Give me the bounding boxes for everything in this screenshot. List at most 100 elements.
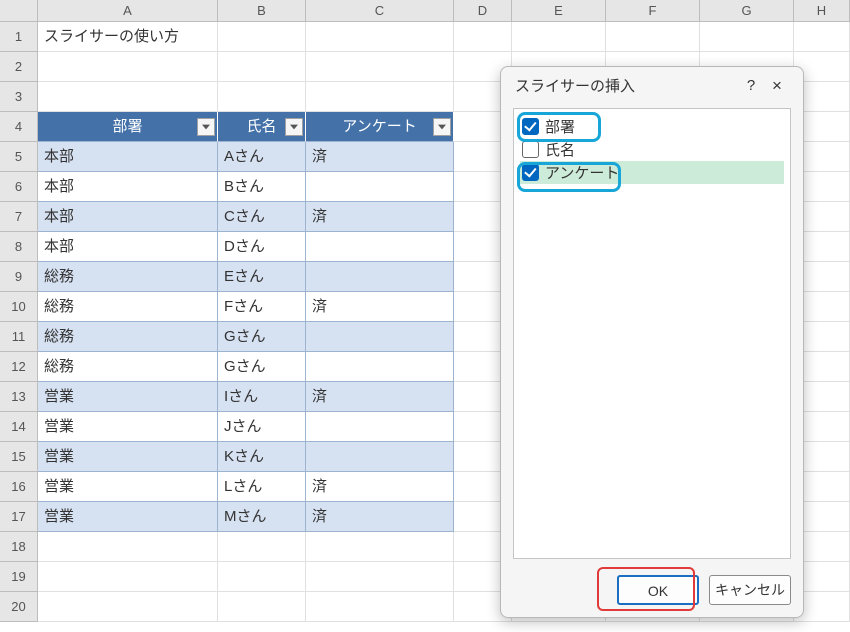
row-header[interactable]: 4 bbox=[0, 112, 38, 142]
cell[interactable]: Kさん bbox=[218, 442, 306, 472]
cell[interactable]: Mさん bbox=[218, 502, 306, 532]
cell[interactable]: Dさん bbox=[218, 232, 306, 262]
slicer-field-option[interactable]: アンケート bbox=[520, 161, 784, 184]
cell[interactable]: 済 bbox=[306, 382, 454, 412]
row-header[interactable]: 17 bbox=[0, 502, 38, 532]
cell[interactable]: Iさん bbox=[218, 382, 306, 412]
cell[interactable]: 済 bbox=[306, 292, 454, 322]
cell[interactable]: 営業 bbox=[38, 442, 218, 472]
cell[interactable] bbox=[218, 82, 306, 112]
row-header[interactable]: 8 bbox=[0, 232, 38, 262]
cell[interactable] bbox=[38, 592, 218, 622]
row-header[interactable]: 3 bbox=[0, 82, 38, 112]
row-header[interactable]: 6 bbox=[0, 172, 38, 202]
cell[interactable]: 部署 bbox=[38, 112, 218, 142]
cell[interactable]: スライサーの使い方 bbox=[38, 22, 218, 52]
dialog-help-button[interactable]: ? bbox=[739, 77, 763, 94]
cell[interactable]: Aさん bbox=[218, 142, 306, 172]
cell[interactable] bbox=[454, 22, 512, 52]
cell[interactable] bbox=[306, 232, 454, 262]
cell[interactable] bbox=[306, 532, 454, 562]
row-header[interactable]: 18 bbox=[0, 532, 38, 562]
cell[interactable] bbox=[306, 262, 454, 292]
cell[interactable]: Cさん bbox=[218, 202, 306, 232]
col-header-C[interactable]: C bbox=[306, 0, 454, 21]
cell[interactable] bbox=[306, 22, 454, 52]
dialog-close-button[interactable]: × bbox=[763, 76, 791, 96]
cell[interactable]: Lさん bbox=[218, 472, 306, 502]
checkbox[interactable] bbox=[522, 141, 539, 158]
cell[interactable] bbox=[700, 22, 794, 52]
cell[interactable] bbox=[38, 52, 218, 82]
cell[interactable]: 営業 bbox=[38, 472, 218, 502]
cell[interactable]: 営業 bbox=[38, 412, 218, 442]
cell[interactable] bbox=[306, 592, 454, 622]
col-header-B[interactable]: B bbox=[218, 0, 306, 21]
cell[interactable]: 本部 bbox=[38, 232, 218, 262]
cell[interactable] bbox=[38, 82, 218, 112]
row-header[interactable]: 12 bbox=[0, 352, 38, 382]
cell[interactable] bbox=[794, 22, 850, 52]
cell[interactable]: 済 bbox=[306, 502, 454, 532]
row-header[interactable]: 11 bbox=[0, 322, 38, 352]
cell[interactable]: 営業 bbox=[38, 502, 218, 532]
slicer-field-option[interactable]: 氏名 bbox=[520, 138, 784, 161]
cell[interactable] bbox=[218, 22, 306, 52]
cell[interactable]: 済 bbox=[306, 472, 454, 502]
row-header[interactable]: 1 bbox=[0, 22, 38, 52]
cell[interactable]: 本部 bbox=[38, 142, 218, 172]
cell[interactable]: 本部 bbox=[38, 172, 218, 202]
cell[interactable]: 総務 bbox=[38, 322, 218, 352]
cell[interactable]: Eさん bbox=[218, 262, 306, 292]
cell[interactable]: 済 bbox=[306, 202, 454, 232]
checkbox[interactable] bbox=[522, 118, 539, 135]
cell[interactable]: 総務 bbox=[38, 352, 218, 382]
filter-dropdown-button[interactable] bbox=[197, 118, 215, 136]
cell[interactable] bbox=[306, 172, 454, 202]
row-header[interactable]: 15 bbox=[0, 442, 38, 472]
filter-dropdown-button[interactable] bbox=[433, 118, 451, 136]
cell[interactable] bbox=[218, 562, 306, 592]
row-header[interactable]: 14 bbox=[0, 412, 38, 442]
cell[interactable] bbox=[606, 22, 700, 52]
filter-dropdown-button[interactable] bbox=[285, 118, 303, 136]
cell[interactable]: Fさん bbox=[218, 292, 306, 322]
cell[interactable] bbox=[512, 22, 606, 52]
cell[interactable]: Bさん bbox=[218, 172, 306, 202]
cell[interactable]: Gさん bbox=[218, 322, 306, 352]
cell[interactable]: 氏名 bbox=[218, 112, 306, 142]
row-header[interactable]: 19 bbox=[0, 562, 38, 592]
cell[interactable] bbox=[306, 352, 454, 382]
col-header-D[interactable]: D bbox=[454, 0, 512, 21]
cell[interactable]: アンケート bbox=[306, 112, 454, 142]
cell[interactable]: 営業 bbox=[38, 382, 218, 412]
row-header[interactable]: 5 bbox=[0, 142, 38, 172]
row-header[interactable]: 20 bbox=[0, 592, 38, 622]
cancel-button[interactable]: キャンセル bbox=[709, 575, 791, 605]
row-header[interactable]: 9 bbox=[0, 262, 38, 292]
cell[interactable] bbox=[306, 82, 454, 112]
row-header[interactable]: 10 bbox=[0, 292, 38, 322]
col-header-H[interactable]: H bbox=[794, 0, 850, 21]
cell[interactable] bbox=[218, 532, 306, 562]
cell[interactable] bbox=[306, 442, 454, 472]
cell[interactable]: Gさん bbox=[218, 352, 306, 382]
cell[interactable] bbox=[306, 52, 454, 82]
slicer-field-option[interactable]: 部署 bbox=[520, 115, 784, 138]
row-header[interactable]: 16 bbox=[0, 472, 38, 502]
cell[interactable]: 済 bbox=[306, 142, 454, 172]
ok-button[interactable]: OK bbox=[617, 575, 699, 605]
cell[interactable] bbox=[306, 562, 454, 592]
checkbox[interactable] bbox=[522, 164, 539, 181]
select-all-corner[interactable] bbox=[0, 0, 38, 21]
row-header[interactable]: 2 bbox=[0, 52, 38, 82]
cell[interactable] bbox=[218, 592, 306, 622]
cell[interactable] bbox=[38, 532, 218, 562]
row-header[interactable]: 13 bbox=[0, 382, 38, 412]
row-header[interactable]: 7 bbox=[0, 202, 38, 232]
cell[interactable] bbox=[306, 322, 454, 352]
cell[interactable] bbox=[218, 52, 306, 82]
col-header-E[interactable]: E bbox=[512, 0, 606, 21]
cell[interactable]: 総務 bbox=[38, 292, 218, 322]
cell[interactable]: 総務 bbox=[38, 262, 218, 292]
